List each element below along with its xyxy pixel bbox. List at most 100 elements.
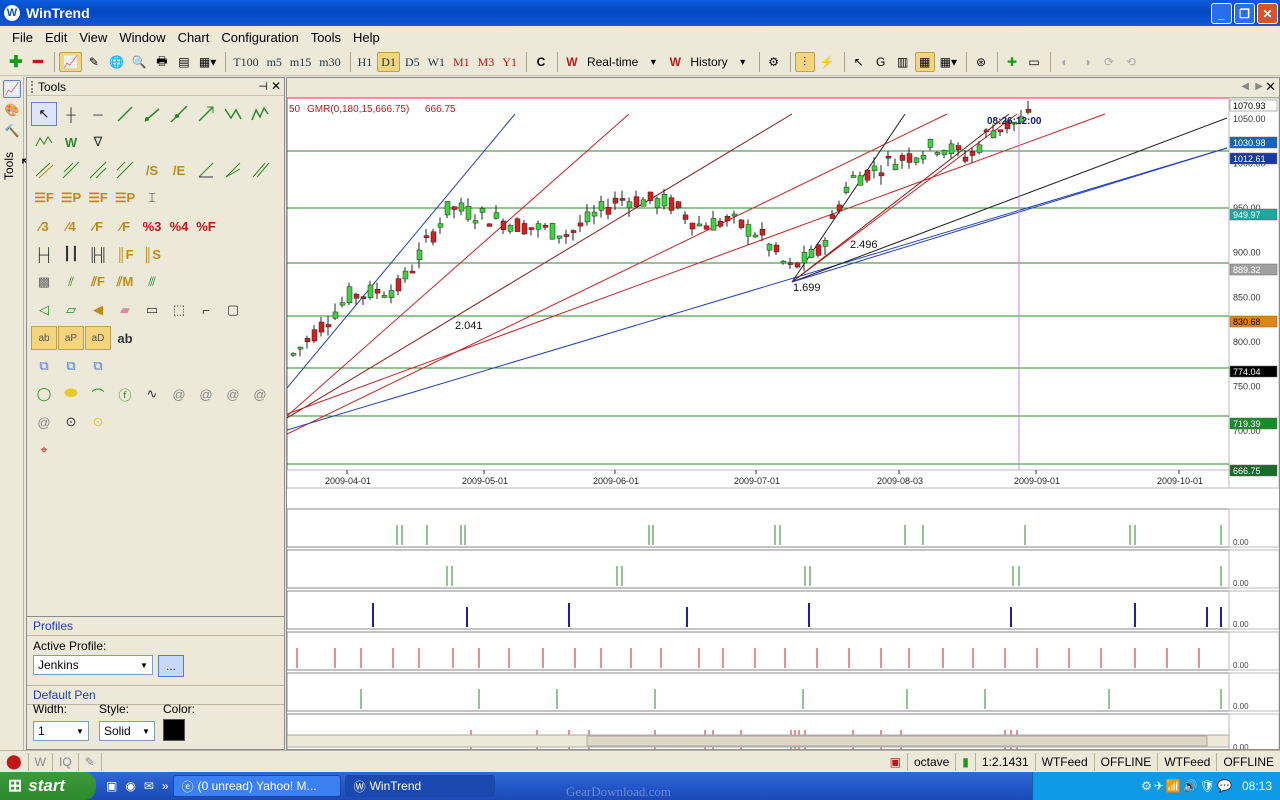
timeframe-m1[interactable]: M1 <box>450 52 473 72</box>
active-profile-select[interactable]: Jenkins ▼ <box>33 655 153 675</box>
reload-icon[interactable]: ◑ <box>1077 52 1097 72</box>
globe-icon[interactable]: 🌐 <box>106 52 127 72</box>
timeframe-m30[interactable]: m30 <box>316 52 343 72</box>
chevron-down-icon[interactable]: ▼ <box>733 52 753 72</box>
polyline-icon[interactable] <box>220 102 246 126</box>
gann-f-icon[interactable]: ⁄F <box>85 214 111 238</box>
menu-chart[interactable]: Chart <box>172 30 216 45</box>
remove-icon[interactable]: ━ <box>28 52 48 72</box>
ellipse-tool-icon[interactable]: ◯ <box>31 382 57 406</box>
tray-icons[interactable]: ⚙✈📶🔊🛡💬 <box>1141 779 1234 793</box>
taskbar-item-wintrend[interactable]: Ⓦ WinTrend <box>344 775 495 797</box>
sine-wave-icon[interactable]: ∿ <box>139 382 165 406</box>
spiral-h-icon[interactable]: @ <box>247 382 273 406</box>
w-pattern-icon[interactable]: W <box>58 130 84 154</box>
menu-tools[interactable]: Tools <box>305 30 347 45</box>
e-channel-icon[interactable]: /E <box>166 158 192 182</box>
c-button[interactable]: C <box>531 52 551 72</box>
bar-chart-icon[interactable]: ⫶ <box>794 52 815 72</box>
timeframe-m5[interactable]: m5 <box>264 52 285 72</box>
chevron-down-icon[interactable]: ▼ <box>136 656 152 674</box>
percent-3-icon[interactable]: %3 <box>139 214 165 238</box>
gann-3-icon[interactable]: ⁄3 <box>31 214 57 238</box>
window-icon[interactable]: ▭ <box>1024 52 1044 72</box>
fibonacci-levels-icon[interactable]: ☰F <box>85 186 111 210</box>
grip-icon[interactable] <box>31 80 34 93</box>
percent-f-icon[interactable]: %F <box>193 214 219 238</box>
refresh-icon[interactable]: ◐ <box>1055 52 1075 72</box>
text-tool[interactable]: ab <box>112 326 138 350</box>
arrow-line-icon[interactable] <box>193 102 219 126</box>
maximize-button[interactable]: ❐ <box>1234 3 1255 24</box>
link-icon[interactable]: ⟲ <box>1121 52 1141 72</box>
quicklaunch-icon[interactable]: ▣ <box>106 779 117 793</box>
fib-time-icon[interactable]: ║F <box>112 242 138 266</box>
menu-configuration[interactable]: Configuration <box>215 30 304 45</box>
period-tool-icon[interactable]: ├┤ <box>31 242 57 266</box>
fibonacci-p-icon[interactable]: ☰P <box>58 186 84 210</box>
duplicate-tool-icon[interactable]: ⧉ <box>58 354 84 378</box>
record-icon[interactable]: ⬤ <box>0 752 29 771</box>
zoom-icon[interactable]: 🔍 <box>129 52 150 72</box>
chevron-down-icon[interactable]: ▼ <box>72 722 88 740</box>
filled-ellipse-icon[interactable]: ⬬ <box>58 382 84 406</box>
paste-tool-icon[interactable]: ⧉ <box>85 354 111 378</box>
timeframe-h1[interactable]: H1 <box>355 52 376 72</box>
messenger-quicklaunch-icon[interactable]: ✉ <box>144 779 154 793</box>
ray-line-icon[interactable] <box>139 102 165 126</box>
prev-arrow-icon[interactable]: ◀ <box>1241 81 1249 92</box>
filled-parallelogram-icon[interactable]: ▰ <box>112 298 138 322</box>
v-pattern-icon[interactable]: ∇ <box>85 130 111 154</box>
extended-line-icon[interactable] <box>166 102 192 126</box>
minimize-button[interactable]: _ <box>1211 3 1232 24</box>
note-tool-icon[interactable]: ab <box>31 326 57 350</box>
box-tool-icon[interactable]: ⬚ <box>166 298 192 322</box>
add-icon[interactable]: ✚ <box>6 52 26 72</box>
rectangle-tool-icon[interactable]: ▭ <box>139 298 165 322</box>
menu-help[interactable]: Help <box>347 30 386 45</box>
draw-tool-icon[interactable]: ✎ <box>84 52 104 72</box>
triangle-tool-icon[interactable]: ◁ <box>31 298 57 322</box>
vertical-line-icon[interactable]: ┼ <box>58 102 84 126</box>
tools-vertical-tab[interactable]: Tools <box>2 152 16 180</box>
taskbar-item-yahoo[interactable]: ⓔ (0 unread) Yahoo! M... <box>172 775 341 797</box>
timeframe-y1[interactable]: Y1 <box>499 52 520 72</box>
more-quicklaunch-icon[interactable]: » <box>162 779 169 793</box>
spiral-a-icon[interactable]: @ <box>193 382 219 406</box>
price-chart[interactable]: 50 GMR(0,180,15,666.75) 666.75 08:26:12:00 2… <box>287 98 1279 749</box>
timeframe-d5[interactable]: D5 <box>402 52 423 72</box>
close-icon[interactable]: ✕ <box>271 79 281 93</box>
rounded-rect-icon[interactable]: ▢ <box>220 298 246 322</box>
timeframe-m3[interactable]: M3 <box>475 52 498 72</box>
chart-tool-icon[interactable]: 📈 <box>59 52 82 72</box>
start-button[interactable]: ⊞ start <box>0 772 96 800</box>
range-tool-icon[interactable]: ⌶ <box>139 186 165 210</box>
spiral-i-icon[interactable]: @ <box>31 410 57 434</box>
next-arrow-icon[interactable]: ▶ <box>1255 81 1263 92</box>
spiral-p-icon[interactable]: @ <box>220 382 246 406</box>
parallel-lines-icon[interactable] <box>58 158 84 182</box>
color-panel-icon[interactable]: 🎨 <box>3 101 21 119</box>
gann-fan-icon[interactable]: ⫻ <box>139 270 165 294</box>
spiral-l-icon[interactable]: @ <box>166 382 192 406</box>
chart-panel-icon[interactable]: 📈 <box>3 80 21 98</box>
s-channel-icon[interactable]: /S <box>139 158 165 182</box>
time-zones-icon[interactable]: ╟╢ <box>85 242 111 266</box>
date-note-icon[interactable]: aD <box>85 326 111 350</box>
grid-icon[interactable]: ▦ <box>914 52 935 72</box>
pointer-tool-icon[interactable]: ↖ <box>31 102 57 126</box>
fib-circle-icon[interactable]: ⓕ <box>112 382 138 406</box>
arc-tool-icon[interactable]: ⌒ <box>85 382 111 406</box>
alert-icon[interactable]: ▣ <box>884 752 908 771</box>
wave-tool-icon[interactable] <box>31 130 57 154</box>
indicator-icon[interactable]: ⚡ <box>817 52 838 72</box>
fibonacci-p2-icon[interactable]: ☰P <box>112 186 138 210</box>
parallelogram-icon[interactable]: ▱ <box>58 298 84 322</box>
horizontal-line-icon[interactable]: ─ <box>85 102 111 126</box>
window-layout-icon[interactable]: ▤ <box>174 52 194 72</box>
percent-4-icon[interactable]: %4 <box>166 214 192 238</box>
chevron-down-icon[interactable]: ▼ <box>138 722 154 740</box>
browser-quicklaunch-icon[interactable]: ◉ <box>125 779 135 793</box>
fibonacci-retracement-icon[interactable]: ☰F <box>31 186 57 210</box>
grid-dropdown-icon[interactable]: ▦▾ <box>937 52 960 72</box>
